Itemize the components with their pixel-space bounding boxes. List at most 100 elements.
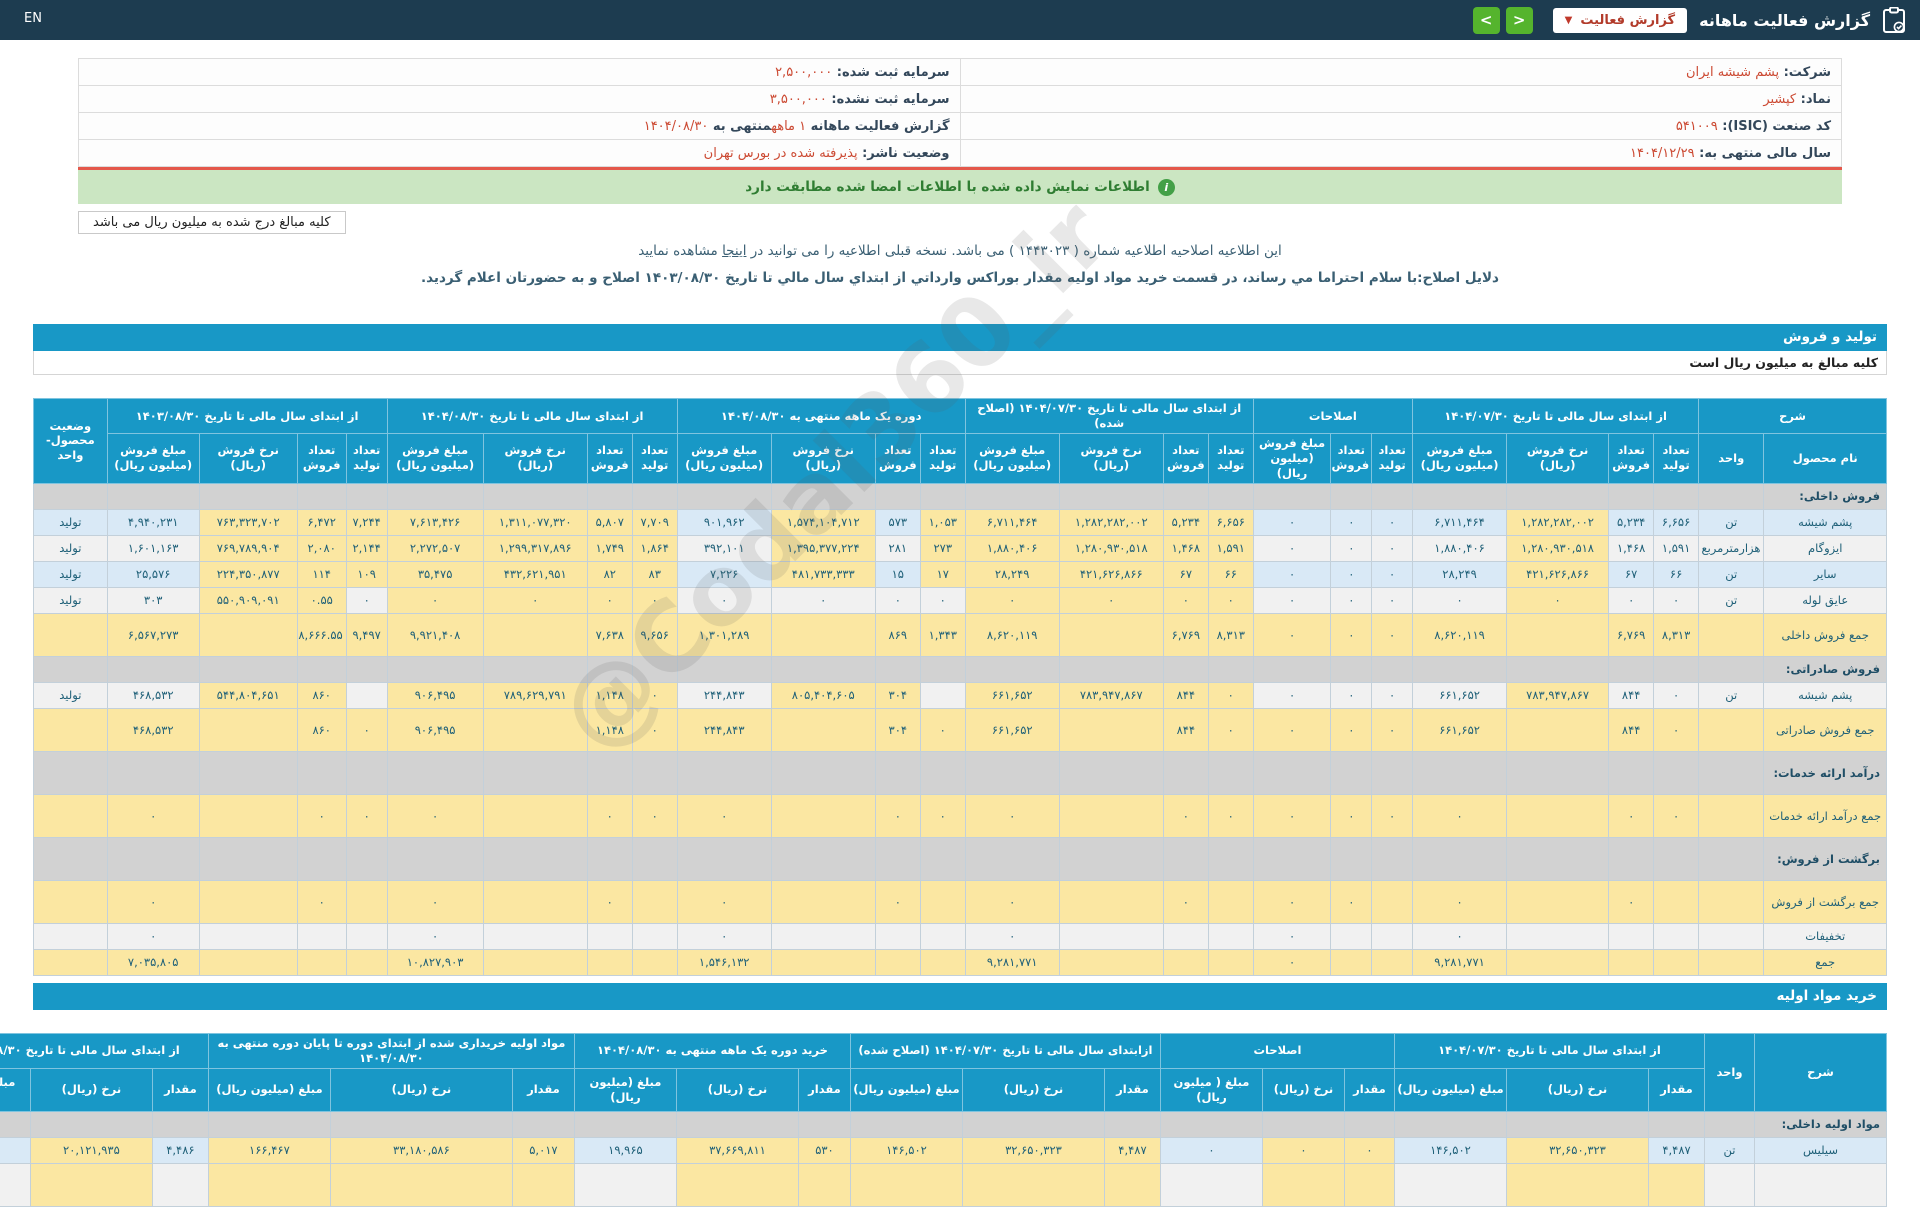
value-cell [919,681,966,709]
info-label: کد صنعت (ISIC): [1717,118,1831,134]
value-cell: ۰ [919,707,966,752]
value-cell [1648,1162,1705,1207]
amendment-line1-post: مشاهده نمایید [638,243,723,259]
section-cell [482,750,588,795]
value-cell [631,948,678,976]
value-cell: ۶۶۱,۶۵۲ [1412,681,1508,709]
value-cell: ۳۰۴ [874,681,921,709]
value-cell [198,948,298,976]
sub-column-header: نرخ (ریال) [29,1067,153,1112]
section-cell [586,482,633,510]
group-header: دوره یک ماهه منتهی به ۱۴۰۴/۰۸/۳۰ [676,398,966,434]
sub-column-header: مقدار [151,1067,209,1112]
sub-column-header: مبلغ فروش (میلیون ریال) [106,433,200,484]
value-cell: ۲۴۴,۸۴۳ [676,681,772,709]
value-cell: ۳۰۳ [106,586,200,614]
value-cell: ۰ [345,707,388,752]
section-cell [296,482,347,510]
value-cell: ۰ [1330,560,1373,588]
value-cell: ۵,۲۳۴ [1162,508,1209,536]
chevron-down-icon: ▼ [1564,14,1573,26]
value-cell: ۰ [1343,1136,1395,1164]
sub-column-header: تعداد تولید [1371,433,1414,484]
value-cell: ۰ [386,586,484,614]
value-cell: ۸۴۴ [1162,707,1209,752]
previous-notice-link[interactable]: اینجا [722,243,746,259]
section-cell [1608,655,1655,683]
value-cell: ۰ [1162,586,1209,614]
value-cell: ۰ [1207,681,1254,709]
value-cell [1343,1162,1395,1207]
section-cell [0,1110,31,1138]
nav-prev-button[interactable]: < [1472,6,1500,34]
value-cell: ۰ [676,586,772,614]
section-cell [511,1110,575,1138]
value-cell: ۱,۵۹۱ [1207,534,1254,562]
info-value: ۱۴۰۴/۰۸/۳۰ [643,118,709,134]
value-cell: ۰ [296,879,347,924]
navbar-right-group: گزارش فعالیت ماهانه گزارش فعالیت ▼ < > [1472,6,1920,34]
section-cell [631,750,678,795]
value-cell: ۰ [1207,793,1254,838]
product-name-cell: پشم شیشه [1763,681,1887,709]
value-cell: ۰ [1371,612,1414,657]
value-cell: ۰ [964,586,1060,614]
value-cell: ۳۲,۶۵۰,۳۲۳ [1506,1136,1649,1164]
unit-cell: تن [1698,586,1765,614]
sub-column-header: نرخ (ریال) [329,1067,513,1112]
value-cell: ۴,۹۴۰,۲۳۱ [106,508,200,536]
status-cell [33,793,108,838]
section-cell [1371,836,1414,881]
value-cell [482,612,588,657]
value-cell: ۱۱۴ [296,560,347,588]
language-toggle[interactable]: EN [24,11,42,26]
page-title: گزارش فعالیت ماهانه [1699,10,1870,30]
value-cell: ۰ [631,793,678,838]
report-type-dropdown[interactable]: گزارش فعالیت ▼ [1552,7,1688,33]
production-sales-table: شرح از ابتدای سال مالی تا تاریخ ۱۴۰۴/۰۷/۳… [33,398,1887,976]
section-cell [1162,482,1209,510]
group-header: از ابتدای سال مالی تا تاریخ ۱۴۰۳/۰۸/۳۰ [106,398,388,434]
table-row: جمع فروش صادراتی ۰ ۸۴۴ ۶۶۱,۶۵۲ ۰ ۰ ۰ ۰ ۸۴۴ ۶۶۱,۶۵… [33,707,1887,752]
product-name-cell: سیلیس [1754,1136,1887,1164]
table-row: جمع برگشت از فروش ۰ ۰ ۰ ۰ ۰ ۰ ۰ ۰ ۰ ۰ ۰ ۰ [33,879,1887,924]
product-name-cell: جمع [1763,948,1887,976]
value-cell: ۵۳۰ [797,1136,851,1164]
section-cell [345,836,388,881]
section-cell [296,750,347,795]
section-cell [386,482,484,510]
info-label: منتهی به [708,118,772,134]
section-cell [1162,655,1209,683]
section-cell [1653,836,1700,881]
value-cell: ۰ [106,793,200,838]
value-cell: ۰ [1412,586,1508,614]
value-cell [1162,922,1209,950]
value-cell: ۱۷ [919,560,966,588]
section-cell [1330,655,1373,683]
sub-column-header: مقدار [1343,1067,1395,1112]
sub-column-header: تعداد تولید [631,433,678,484]
value-cell: ۰ [964,922,1060,950]
section-cell [482,655,588,683]
value-cell: ۱,۴۶۸ [1162,534,1209,562]
value-cell: ۲۴۴,۸۴۳ [676,707,772,752]
value-cell: ۷,۰۳۵,۸۰۵ [106,948,200,976]
value-cell [345,681,388,709]
section-cell [198,482,298,510]
value-cell [1371,922,1414,950]
table-row: جمع فروش داخلی ۸,۳۱۳ ۶,۷۶۹ ۸,۶۲۰,۱۱۹ ۰ ۰ ۰ ۸,۳۱… [33,612,1887,657]
table-row [0,1162,1887,1207]
section-cell [329,1110,513,1138]
group-header: ازابتدای سال مالی تا تاریخ ۱۴۰۴/۰۷/۳۰ (ا… [849,1032,1161,1069]
value-cell: ۰ [386,879,484,924]
report-nav-arrows: < > [1472,6,1533,34]
value-cell: ۰ [1162,793,1209,838]
product-name-cell: سایر [1763,560,1887,588]
section-cell [1252,482,1332,510]
table-row: ایزوگام هزارمترمربع ۱,۵۹۱ ۱,۴۶۸ ۱,۲۸۰,۹۳۰,۵۱… [33,534,1887,562]
value-cell: ۷,۲۲۶ [676,560,772,588]
value-cell: ۴,۴۸۷ [1648,1136,1705,1164]
nav-next-button[interactable]: > [1505,6,1533,34]
value-cell: ۱,۵۹۱ [1653,534,1700,562]
status-cell [33,922,108,950]
